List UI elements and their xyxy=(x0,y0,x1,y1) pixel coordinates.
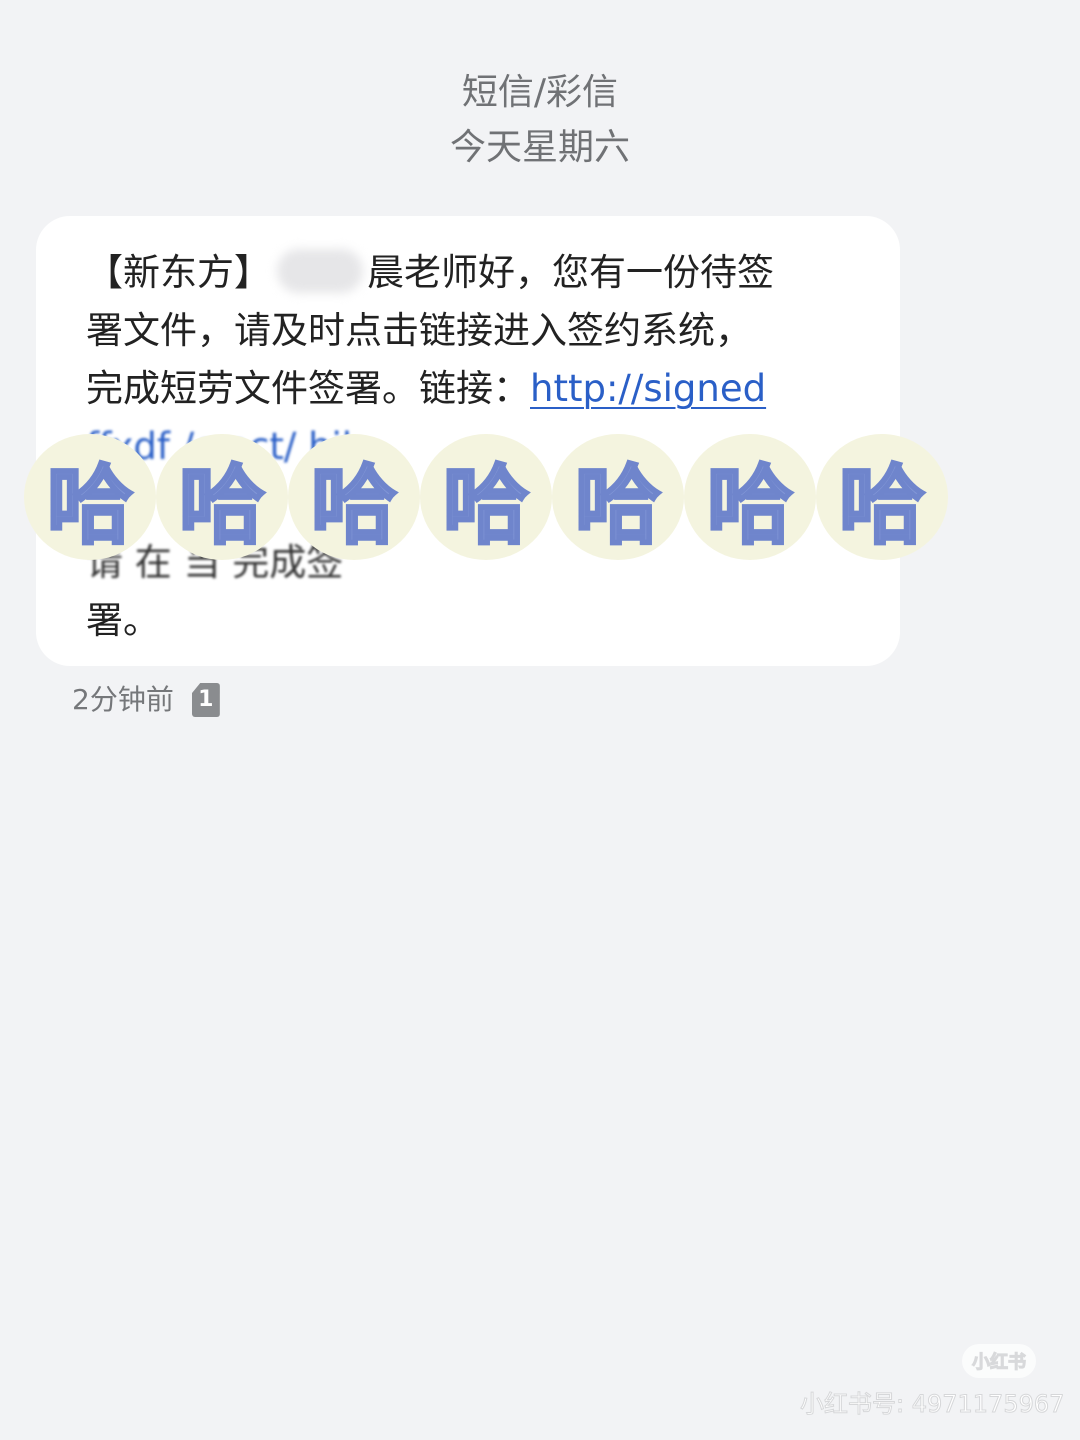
ha-sticker: 哈 xyxy=(684,434,816,560)
message-type-label: 短信/彩信 xyxy=(461,72,619,113)
date-label: 今天星期六 xyxy=(449,127,630,168)
link-intro-text: 完成短劳文件签署。链接： xyxy=(86,367,530,410)
message-meta: 2分钟前 1 xyxy=(72,680,220,720)
redacted-name xyxy=(277,249,363,293)
sign-link[interactable]: http://signed xyxy=(530,367,766,410)
message-line-6: 署。 xyxy=(86,599,160,642)
ha-sticker: 哈 xyxy=(816,434,948,560)
message-line-3: 完成短劳文件签署。链接：http://signed xyxy=(86,360,852,418)
timestamp: 2分钟前 xyxy=(72,683,174,716)
ha-sticker: 哈 xyxy=(552,434,684,560)
ha-sticker: 哈 xyxy=(420,434,552,560)
ha-sticker: 哈 xyxy=(288,434,420,560)
message-line-1: 【新东方】 晨老师好，您有一份待签 xyxy=(86,244,852,302)
ha-sticker: 哈 xyxy=(156,434,288,560)
watermark-id: 小红书号: 4971175967 xyxy=(799,1390,1065,1419)
message-line-2: 署文件，请及时点击链接进入签约系统， xyxy=(86,309,752,352)
greeting-text: 晨老师好，您有一份待签 xyxy=(367,251,774,294)
sender-tag: 【新东方】 xyxy=(86,251,271,294)
sim-card-icon: 1 xyxy=(191,683,220,717)
ha-sticker-overlay: 哈 哈 哈 哈 哈 哈 哈 xyxy=(24,432,948,562)
thread-header: 短信/彩信 今天星期六 xyxy=(0,66,1080,176)
ha-sticker: 哈 xyxy=(24,434,156,560)
watermark-logo: 小红书 xyxy=(962,1344,1036,1378)
